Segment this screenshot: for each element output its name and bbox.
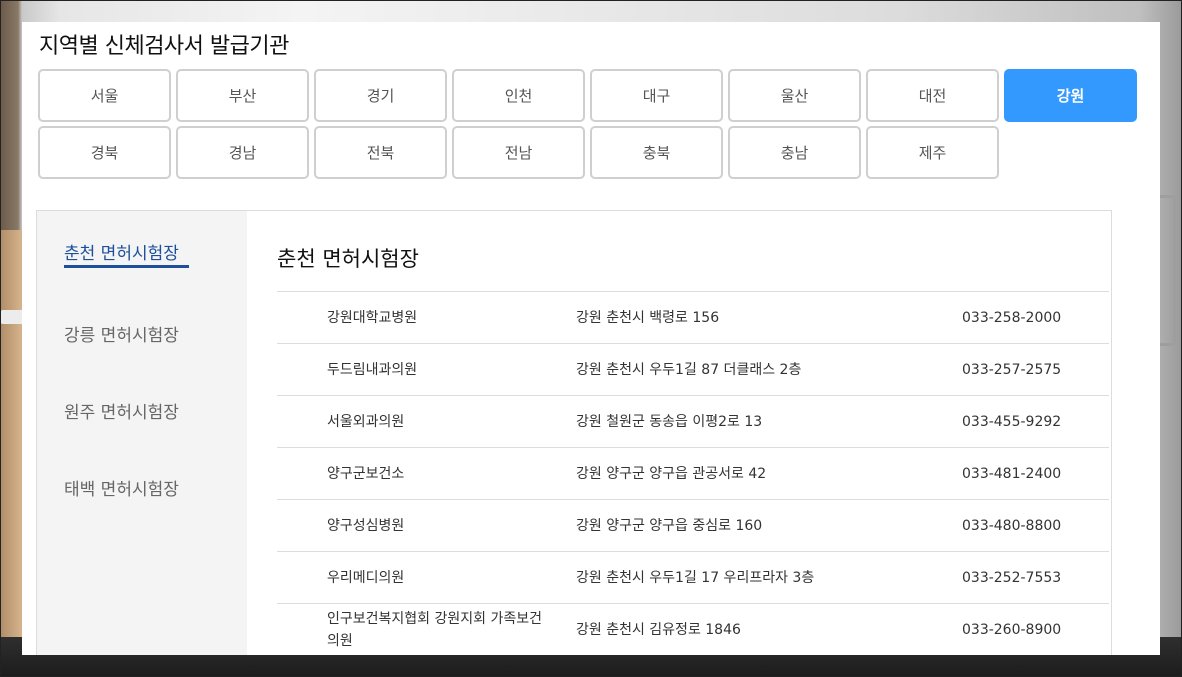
sidebar-item-test-site[interactable]: 강릉 면허시험장 (64, 321, 179, 346)
institution-table: 강원대학교병원 강원 춘천시 백령로 156 033-258-2000 두드림내과의원… (277, 291, 1109, 655)
region-tab[interactable]: 전북 (314, 126, 447, 179)
institution-name: 두드림내과의원 (327, 361, 418, 378)
institution-phone: 033-480-8800 (962, 517, 1062, 534)
region-tab[interactable]: 울산 (728, 69, 861, 122)
table-row: 양구성심병원 강원 양구군 양구읍 중심로 160 033-480-8800 (277, 500, 1109, 552)
region-tab[interactable]: 대구 (590, 69, 723, 122)
institution-phone: 033-260-8900 (962, 621, 1062, 638)
institution-name: 우리메디의원 (327, 569, 405, 586)
region-tab[interactable]: 제주 (866, 126, 999, 179)
institution-address: 강원 철원군 동송읍 이평2로 13 (576, 413, 763, 430)
institution-name: 인구보건복지협회 강원지회 가족보건의원 (327, 610, 542, 649)
institution-panel: 지역별 신체검사서 발급기관 서울 부산 경기 인천 대구 울산 대전 강원 경북 경남 전북 전남 충… (22, 22, 1160, 655)
region-tab[interactable]: 경남 (176, 126, 309, 179)
institution-address: 강원 춘천시 김유정로 1846 (576, 621, 741, 638)
region-tab[interactable]: 부산 (176, 69, 309, 122)
institution-address: 강원 춘천시 백령로 156 (576, 309, 720, 326)
institution-phone: 033-257-2575 (962, 361, 1062, 378)
region-tab[interactable]: 전남 (452, 126, 585, 179)
background-wall (0, 230, 22, 650)
table-row: 서울외과의원 강원 철원군 동송읍 이평2로 13 033-455-9292 (277, 396, 1109, 448)
institution-phone: 033-258-2000 (962, 309, 1062, 326)
region-tab[interactable]: 충북 (590, 126, 723, 179)
table-row: 양구군보건소 강원 양구군 양구읍 관공서로 42 033-481-2400 (277, 448, 1109, 500)
institution-phone: 033-455-9292 (962, 413, 1062, 430)
sidebar-item-test-site[interactable]: 춘천 면허시험장 (64, 239, 179, 264)
table-row: 강원대학교병원 강원 춘천시 백령로 156 033-258-2000 (277, 292, 1109, 344)
region-tab[interactable]: 대전 (866, 69, 999, 122)
region-tab[interactable]: 서울 (38, 69, 171, 122)
table-row: 우리메디의원 강원 춘천시 우두1길 17 우리프라자 3층 033-252-755… (277, 552, 1109, 604)
section-title: 춘천 면허시험장 (277, 247, 419, 271)
table-row: 두드림내과의원 강원 춘천시 우두1길 87 더클래스 2층 033-257-257… (277, 344, 1109, 396)
region-tab[interactable]: 경북 (38, 126, 171, 179)
institution-address: 강원 양구군 양구읍 중심로 160 (576, 517, 763, 534)
institution-phone: 033-481-2400 (962, 465, 1062, 482)
region-tab[interactable]: 인천 (452, 69, 585, 122)
sidebar-item-test-site[interactable]: 원주 면허시험장 (64, 398, 179, 423)
page-title: 지역별 신체검사서 발급기관 (39, 34, 289, 59)
region-tab[interactable]: 경기 (314, 69, 447, 122)
region-tab[interactable]: 강원 (1004, 69, 1137, 122)
institution-address: 강원 양구군 양구읍 관공서로 42 (576, 465, 767, 482)
institution-name: 양구군보건소 (327, 465, 405, 482)
institution-address: 강원 춘천시 우두1길 17 우리프라자 3층 (576, 569, 815, 586)
institution-address: 강원 춘천시 우두1길 87 더클래스 2층 (576, 361, 802, 378)
content-box: 춘천 면허시험장강릉 면허시험장원주 면허시험장태백 면허시험장 춘천 면허시험… (36, 210, 1112, 655)
test-site-sidebar: 춘천 면허시험장강릉 면허시험장원주 면허시험장태백 면허시험장 (37, 211, 247, 655)
institution-name: 양구성심병원 (327, 517, 405, 534)
institution-name: 강원대학교병원 (327, 309, 418, 326)
region-tabs: 서울 부산 경기 인천 대구 울산 대전 강원경북 경남 전북 전남 충북 충남 제주 (38, 69, 1140, 179)
institution-phone: 033-252-7553 (962, 569, 1062, 586)
active-item-underline (64, 265, 189, 268)
sidebar-item-test-site[interactable]: 태백 면허시험장 (64, 475, 179, 500)
table-row: 인구보건복지협회 강원지회 가족보건의원 강원 춘천시 김유정로 1846 033-… (277, 604, 1109, 655)
institution-name: 서울외과의원 (327, 413, 405, 430)
region-tab[interactable]: 충남 (728, 126, 861, 179)
